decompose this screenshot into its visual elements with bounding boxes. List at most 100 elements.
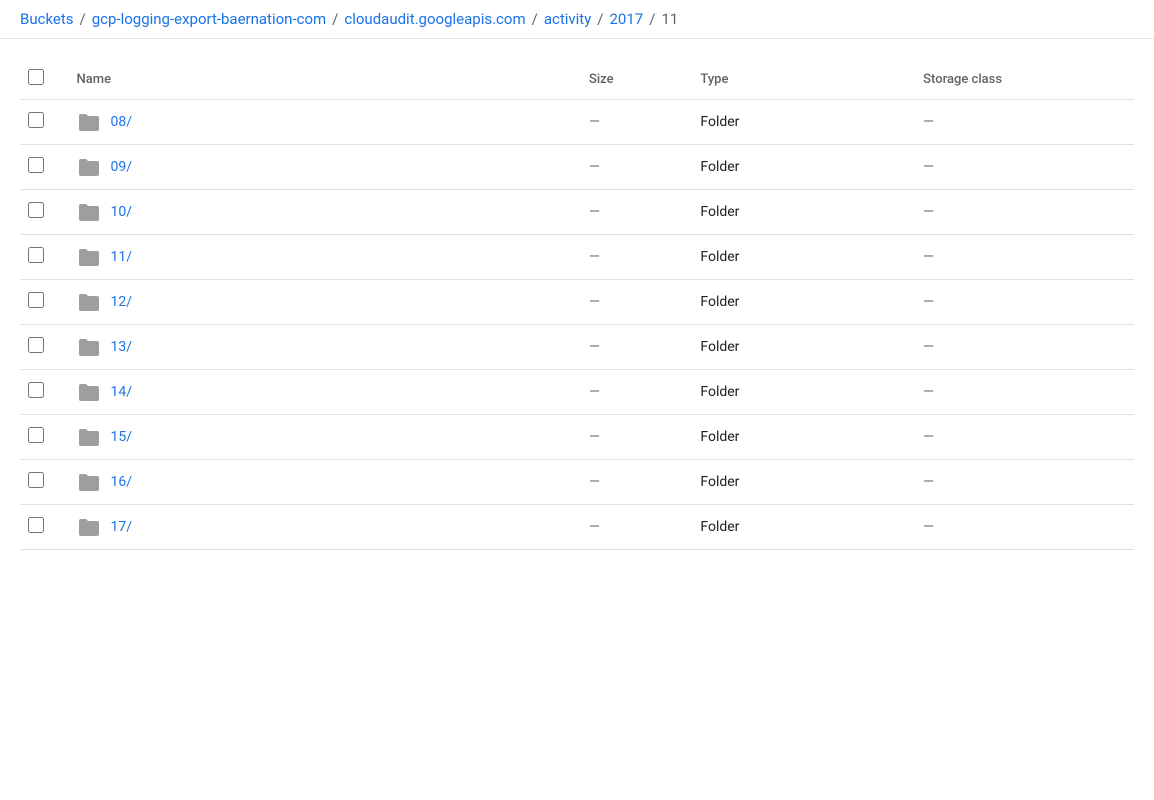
header-checkbox-cell bbox=[20, 59, 65, 100]
folder-link-15[interactable]: 15/ bbox=[111, 429, 133, 445]
breadcrumb-separator: / bbox=[649, 10, 655, 28]
row-name-cell: 16/ bbox=[65, 460, 577, 505]
table-row: 08/—Folder— bbox=[20, 100, 1134, 145]
table-row: 09/—Folder— bbox=[20, 145, 1134, 190]
row-type-cell: Folder bbox=[688, 235, 911, 280]
header-storage: Storage class bbox=[911, 59, 1134, 100]
row-checkbox-3[interactable] bbox=[28, 247, 44, 263]
row-checkbox-8[interactable] bbox=[28, 472, 44, 488]
row-checkbox-2[interactable] bbox=[28, 202, 44, 218]
folder-icon bbox=[77, 202, 101, 222]
folder-link-17[interactable]: 17/ bbox=[111, 519, 133, 535]
folder-link-08[interactable]: 08/ bbox=[111, 114, 133, 130]
folder-link-10[interactable]: 10/ bbox=[111, 204, 133, 220]
folder-link-13[interactable]: 13/ bbox=[111, 339, 133, 355]
row-name-cell: 15/ bbox=[65, 415, 577, 460]
row-size-cell: — bbox=[577, 235, 688, 280]
row-checkbox-cell bbox=[20, 325, 65, 370]
folder-link-11[interactable]: 11/ bbox=[111, 249, 133, 265]
row-checkbox-cell bbox=[20, 145, 65, 190]
row-type-cell: Folder bbox=[688, 325, 911, 370]
table-row: 11/—Folder— bbox=[20, 235, 1134, 280]
cell-name-content: 08/ bbox=[77, 112, 565, 132]
folder-icon bbox=[77, 472, 101, 492]
row-storage-cell: — bbox=[911, 145, 1134, 190]
row-size-cell: — bbox=[577, 280, 688, 325]
row-checkbox-6[interactable] bbox=[28, 382, 44, 398]
breadcrumb-separator: / bbox=[597, 10, 603, 28]
breadcrumb-current: 11 bbox=[661, 10, 678, 28]
breadcrumb-item-gcp-logging-export-baernation-com[interactable]: gcp-logging-export-baernation-com bbox=[92, 10, 326, 28]
folder-link-12[interactable]: 12/ bbox=[111, 294, 133, 310]
row-name-cell: 09/ bbox=[65, 145, 577, 190]
row-name-cell: 14/ bbox=[65, 370, 577, 415]
cell-name-content: 13/ bbox=[77, 337, 565, 357]
breadcrumb-item-2017[interactable]: 2017 bbox=[610, 10, 644, 28]
row-name-cell: 08/ bbox=[65, 100, 577, 145]
row-checkbox-0[interactable] bbox=[28, 112, 44, 128]
row-type-cell: Folder bbox=[688, 280, 911, 325]
cell-name-content: 12/ bbox=[77, 292, 565, 312]
table-body: 08/—Folder—09/—Folder—10/—Folder—11/—Fol… bbox=[20, 100, 1134, 550]
select-all-checkbox[interactable] bbox=[28, 69, 44, 85]
row-storage-cell: — bbox=[911, 100, 1134, 145]
row-storage-cell: — bbox=[911, 370, 1134, 415]
row-storage-cell: — bbox=[911, 325, 1134, 370]
row-storage-cell: — bbox=[911, 280, 1134, 325]
row-checkbox-9[interactable] bbox=[28, 517, 44, 533]
cell-name-content: 09/ bbox=[77, 157, 565, 177]
breadcrumb-item-buckets[interactable]: Buckets bbox=[20, 10, 74, 28]
folder-icon bbox=[77, 292, 101, 312]
table-header-row: Name Size Type Storage class bbox=[20, 59, 1134, 100]
file-browser-table: Name Size Type Storage class 08/—Folder—… bbox=[20, 59, 1134, 550]
table-row: 14/ —Folder— bbox=[20, 370, 1134, 415]
header-size: Size bbox=[577, 59, 688, 100]
row-size-cell: — bbox=[577, 370, 688, 415]
folder-icon bbox=[77, 247, 101, 267]
header-name: Name bbox=[65, 59, 577, 100]
breadcrumb: Buckets / gcp-logging-export-baernation-… bbox=[0, 0, 1154, 39]
row-checkbox-7[interactable] bbox=[28, 427, 44, 443]
row-size-cell: — bbox=[577, 505, 688, 550]
row-storage-cell: — bbox=[911, 505, 1134, 550]
row-type-cell: Folder bbox=[688, 460, 911, 505]
row-storage-cell: — bbox=[911, 460, 1134, 505]
folder-icon bbox=[77, 427, 101, 447]
breadcrumb-item-cloudaudit-googleapis-com[interactable]: cloudaudit.googleapis.com bbox=[344, 10, 525, 28]
folder-link-16[interactable]: 16/ bbox=[111, 474, 133, 490]
row-checkbox-5[interactable] bbox=[28, 337, 44, 353]
row-name-cell: 11/ bbox=[65, 235, 577, 280]
row-type-cell: Folder bbox=[688, 145, 911, 190]
table-row: 12/ —Folder— bbox=[20, 280, 1134, 325]
cell-name-content: 11/ bbox=[77, 247, 565, 267]
row-type-cell: Folder bbox=[688, 415, 911, 460]
row-checkbox-cell bbox=[20, 235, 65, 280]
row-type-cell: Folder bbox=[688, 190, 911, 235]
folder-link-09[interactable]: 09/ bbox=[111, 159, 133, 175]
table-row: 13/—Folder— bbox=[20, 325, 1134, 370]
row-type-cell: Folder bbox=[688, 505, 911, 550]
row-name-cell: 10/ bbox=[65, 190, 577, 235]
row-checkbox-1[interactable] bbox=[28, 157, 44, 173]
row-checkbox-cell bbox=[20, 280, 65, 325]
breadcrumb-separator: / bbox=[80, 10, 86, 28]
row-storage-cell: — bbox=[911, 415, 1134, 460]
table-row: 10/—Folder— bbox=[20, 190, 1134, 235]
folder-icon bbox=[77, 157, 101, 177]
row-type-cell: Folder bbox=[688, 370, 911, 415]
folder-icon bbox=[77, 337, 101, 357]
row-checkbox-4[interactable] bbox=[28, 292, 44, 308]
row-storage-cell: — bbox=[911, 190, 1134, 235]
table-row: 16/ —Folder— bbox=[20, 460, 1134, 505]
row-checkbox-cell bbox=[20, 190, 65, 235]
cell-name-content: 17/ bbox=[77, 517, 565, 537]
row-type-cell: Folder bbox=[688, 100, 911, 145]
folder-icon bbox=[77, 382, 101, 402]
breadcrumb-item-activity[interactable]: activity bbox=[544, 10, 591, 28]
cell-name-content: 10/ bbox=[77, 202, 565, 222]
cell-name-content: 16/ bbox=[77, 472, 565, 492]
row-checkbox-cell bbox=[20, 460, 65, 505]
row-name-cell: 13/ bbox=[65, 325, 577, 370]
folder-link-14[interactable]: 14/ bbox=[111, 384, 133, 400]
row-size-cell: — bbox=[577, 460, 688, 505]
